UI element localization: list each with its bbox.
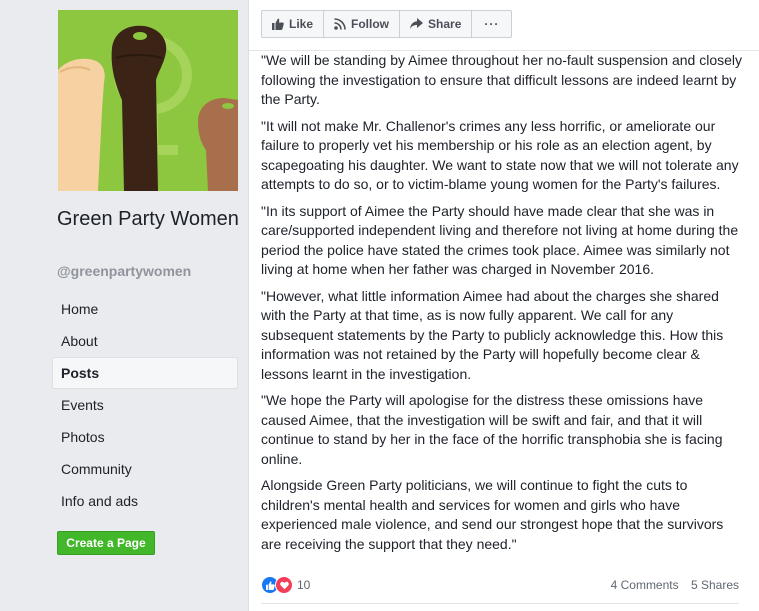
- more-dots-icon: ···: [484, 17, 500, 31]
- page-cover-image[interactable]: [58, 10, 238, 191]
- post-paragraph: "We hope the Party will apologise for th…: [261, 392, 723, 467]
- nav-item-events[interactable]: Events: [52, 389, 238, 421]
- nav-item-photos[interactable]: Photos: [52, 421, 238, 453]
- divider: [261, 603, 739, 604]
- share-label: Share: [428, 17, 462, 31]
- raised-fists-image: [58, 10, 238, 191]
- post-body: "We will be standing by Aimee throughout…: [261, 51, 743, 561]
- reaction-count: 10: [297, 578, 311, 592]
- follow-label: Follow: [351, 17, 390, 31]
- page-handle[interactable]: @greenpartywomen: [57, 263, 191, 279]
- follow-button[interactable]: Follow: [323, 10, 401, 38]
- page-nav: Home About Posts Events Photos Community…: [52, 293, 238, 517]
- comments-count-link[interactable]: 4 Comments: [611, 578, 679, 592]
- share-arrow-icon: [410, 18, 424, 30]
- create-page-button[interactable]: Create a Page: [57, 531, 155, 555]
- like-button[interactable]: Like: [261, 10, 325, 38]
- like-label: Like: [289, 17, 314, 31]
- post-paragraph: "However, what little information Aimee …: [261, 287, 724, 382]
- shares-count-link[interactable]: 5 Shares: [691, 578, 739, 592]
- post-paragraph: "In its support of Aimee the Party shoul…: [261, 202, 739, 278]
- more-options-button[interactable]: ···: [471, 10, 513, 38]
- thumbs-up-icon: [272, 18, 284, 30]
- nav-item-home[interactable]: Home: [52, 293, 238, 325]
- nav-item-community[interactable]: Community: [52, 453, 238, 485]
- post-paragraph: Alongside Green Party politicians, we wi…: [261, 477, 724, 552]
- post-panel: Like Follow Share ··· "We will be standi…: [248, 0, 759, 611]
- post-paragraph: "It will not make Mr. Challenor's crimes…: [261, 117, 739, 193]
- reactions-summary[interactable]: 10: [261, 576, 310, 594]
- page-action-bar: Like Follow Share ···: [261, 10, 513, 38]
- nav-item-about[interactable]: About: [52, 325, 238, 357]
- nav-item-posts[interactable]: Posts: [52, 357, 238, 389]
- love-reaction-icon: [275, 576, 293, 594]
- page-title[interactable]: Green Party Women: [57, 206, 247, 233]
- post-paragraph: "We will be standing by Aimee throughout…: [261, 52, 742, 107]
- share-button[interactable]: Share: [399, 10, 473, 38]
- post-stats: 4 Comments 5 Shares: [602, 578, 739, 592]
- nav-item-info-and-ads[interactable]: Info and ads: [52, 485, 238, 517]
- post-footer: 10 4 Comments 5 Shares: [261, 575, 739, 595]
- rss-follow-icon: [334, 18, 346, 30]
